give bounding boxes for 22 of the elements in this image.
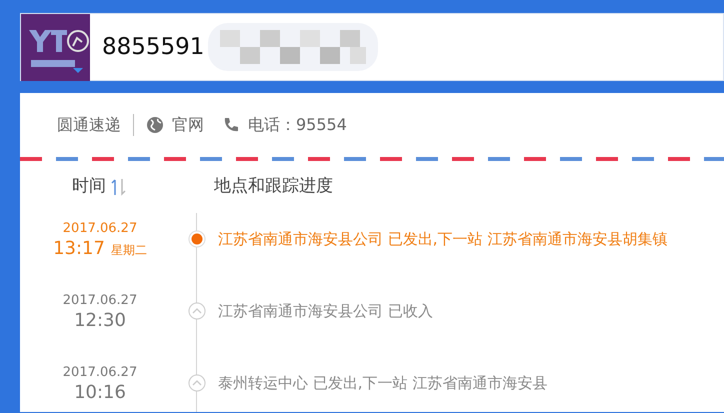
column-header: 时间 (72, 175, 106, 198)
time-text: 10:16 (74, 382, 126, 403)
tracking-event: 江苏省南通市海安县公司 已收入 (217, 301, 433, 320)
time-text: 13:17 (53, 238, 105, 259)
expand-icon[interactable] (188, 302, 206, 320)
date-text: 2017.06.27 (62, 365, 138, 381)
column-header: 地点和跟踪进度 (214, 175, 333, 198)
website-link[interactable]: 官网 (172, 113, 204, 137)
logo-icon (21, 14, 90, 80)
time-text: 12:30 (74, 310, 126, 331)
phone-icon (222, 116, 240, 134)
weekday-text: 星期二 (110, 243, 147, 257)
tracking-event: 江苏省南通市海安县公司 已发出,下一站 江苏省南通市海安县胡集镇 (217, 229, 668, 248)
expand-icon[interactable] (188, 374, 206, 392)
tracking-number-field[interactable]: 8855591 (102, 30, 208, 64)
globe-icon (146, 116, 164, 134)
date-text: 2017.06.27 (62, 221, 138, 237)
tracking-event: 泰州转运中心 已发出,下一站 江苏省南通市海安县 (217, 373, 548, 392)
carrier-name: 圆通速递 (57, 114, 121, 136)
date-text: 2017.06.27 (62, 293, 138, 309)
phone-number: 电话：95554 (248, 114, 347, 136)
sort-icon[interactable] (110, 177, 128, 197)
